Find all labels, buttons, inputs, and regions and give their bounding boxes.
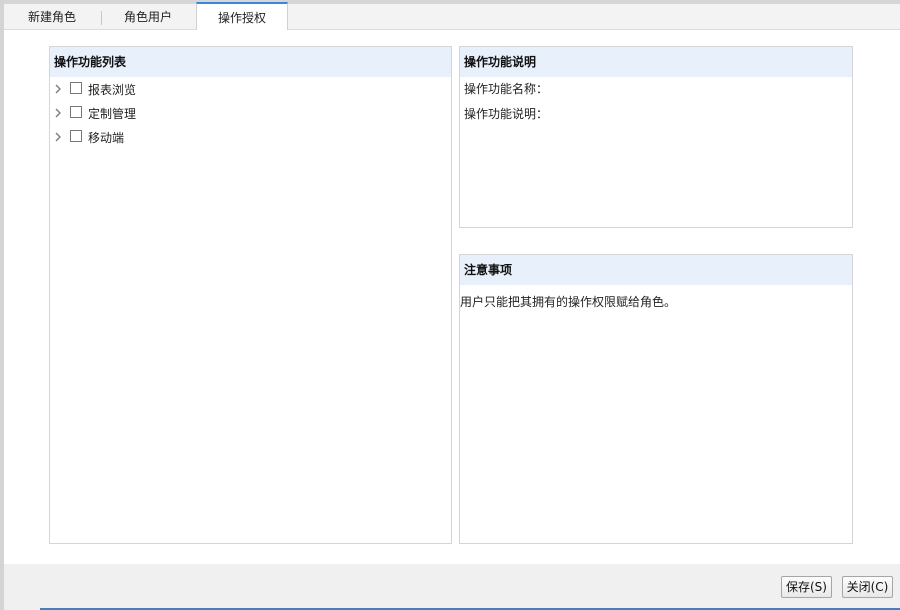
tree-item-custom-management[interactable]: 定制管理 — [50, 101, 451, 125]
tab-role-users[interactable]: 角色用户 — [102, 4, 194, 30]
function-list-title: 操作功能列表 — [50, 47, 451, 77]
tree-item-mobile[interactable]: 移动端 — [50, 125, 451, 149]
notes-title: 注意事项 — [460, 255, 852, 285]
function-description-title: 操作功能说明 — [460, 47, 852, 77]
function-description-panel: 操作功能说明 操作功能名称： 操作功能说明： — [459, 46, 853, 228]
tree-item-label: 移动端 — [88, 131, 125, 145]
tab-new-role[interactable]: 新建角色 — [4, 4, 100, 30]
tree-item-label: 报表浏览 — [88, 83, 137, 97]
function-desc-label: 操作功能说明： — [464, 107, 549, 121]
window-left-edge — [0, 0, 4, 610]
function-name-label: 操作功能名称： — [464, 82, 549, 96]
checkbox-mobile[interactable] — [70, 130, 82, 142]
function-tree: 报表浏览 定制管理 移动端 — [50, 77, 451, 149]
tab-bar: 新建角色 角色用户 操作授权 — [4, 0, 900, 30]
save-button[interactable]: 保存(S) — [781, 576, 832, 598]
notes-text: 用户只能把其拥有的操作权限赋给角色。 — [460, 295, 677, 309]
footer-bar: 保存(S) 关闭(C) — [4, 564, 900, 610]
tree-item-label: 定制管理 — [88, 107, 137, 121]
checkbox-report-browse[interactable] — [70, 82, 82, 94]
notes-panel: 注意事项 用户只能把其拥有的操作权限赋给角色。 — [459, 254, 853, 544]
tab-operation-authorization[interactable]: 操作授权 — [196, 2, 288, 30]
checkbox-custom-management[interactable] — [70, 106, 82, 118]
function-list-panel: 操作功能列表 报表浏览 定制管理 移动端 — [49, 46, 452, 544]
close-button[interactable]: 关闭(C) — [842, 576, 893, 598]
tree-item-report-browse[interactable]: 报表浏览 — [50, 77, 451, 101]
